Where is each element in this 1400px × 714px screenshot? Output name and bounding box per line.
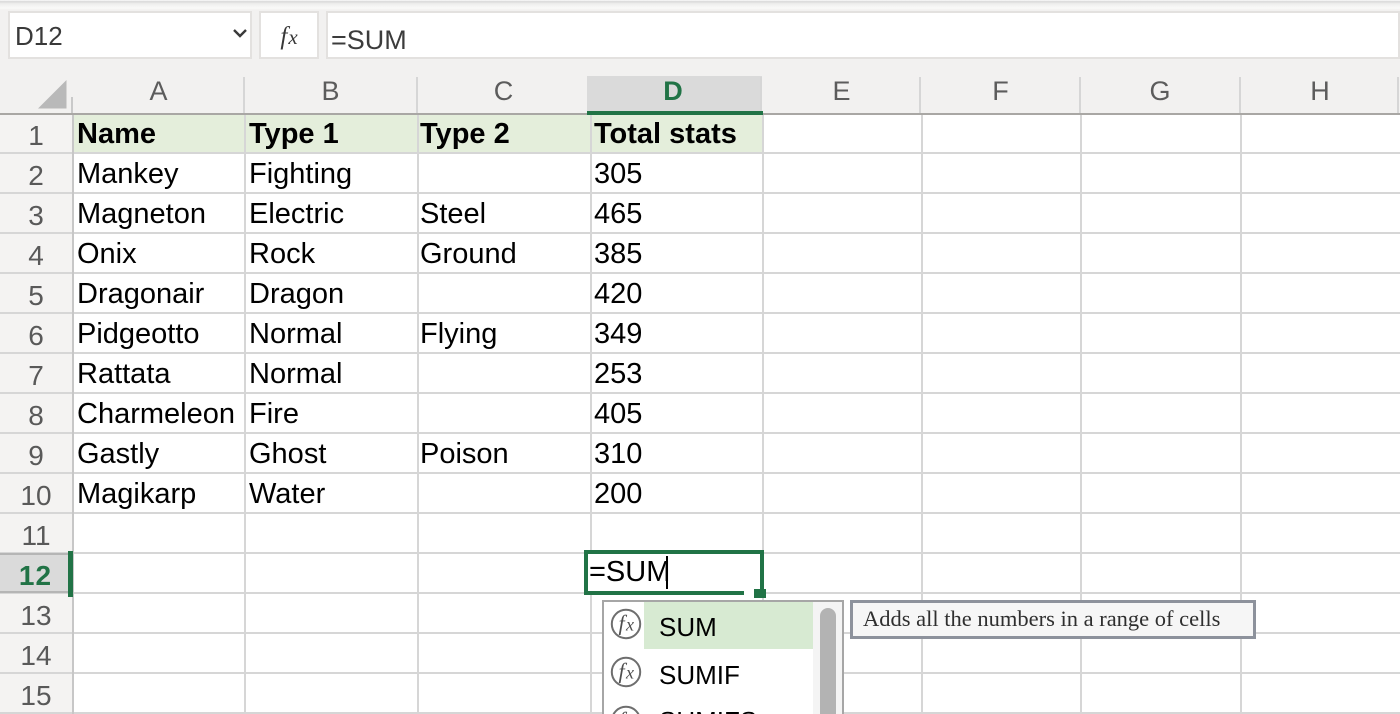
svg-text:x: x (625, 615, 634, 635)
svg-text:x: x (625, 663, 634, 683)
